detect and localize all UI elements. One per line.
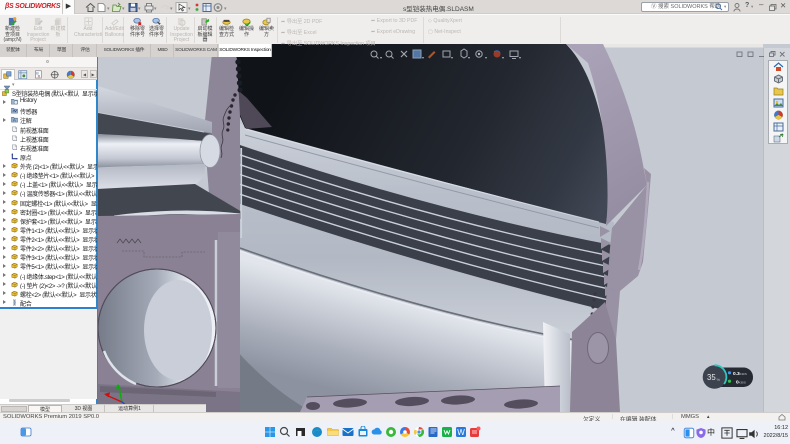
svg-text:▾: ▾: [485, 55, 487, 60]
svg-text:▾: ▾: [107, 6, 110, 12]
svg-text:▾: ▾: [224, 6, 227, 12]
svg-text:R: R: [38, 74, 41, 78]
svg-text:▾: ▾: [154, 6, 157, 12]
svg-text:▾: ▾: [122, 6, 125, 12]
svg-text:▾: ▾: [519, 55, 521, 60]
svg-text:%: %: [717, 377, 721, 382]
svg-text:▾: ▾: [380, 55, 382, 60]
svg-text:▾: ▾: [422, 55, 424, 60]
svg-text:▾: ▾: [170, 6, 173, 12]
svg-text:W: W: [457, 428, 465, 437]
svg-text:▾: ▾: [188, 6, 191, 12]
svg-text:▾: ▾: [502, 55, 504, 60]
svg-text:A: A: [13, 118, 16, 123]
svg-text:▾: ▾: [451, 55, 453, 60]
svg-text:▾: ▾: [468, 55, 470, 60]
svg-text:35: 35: [707, 373, 716, 382]
svg-text:▾: ▾: [138, 6, 141, 12]
